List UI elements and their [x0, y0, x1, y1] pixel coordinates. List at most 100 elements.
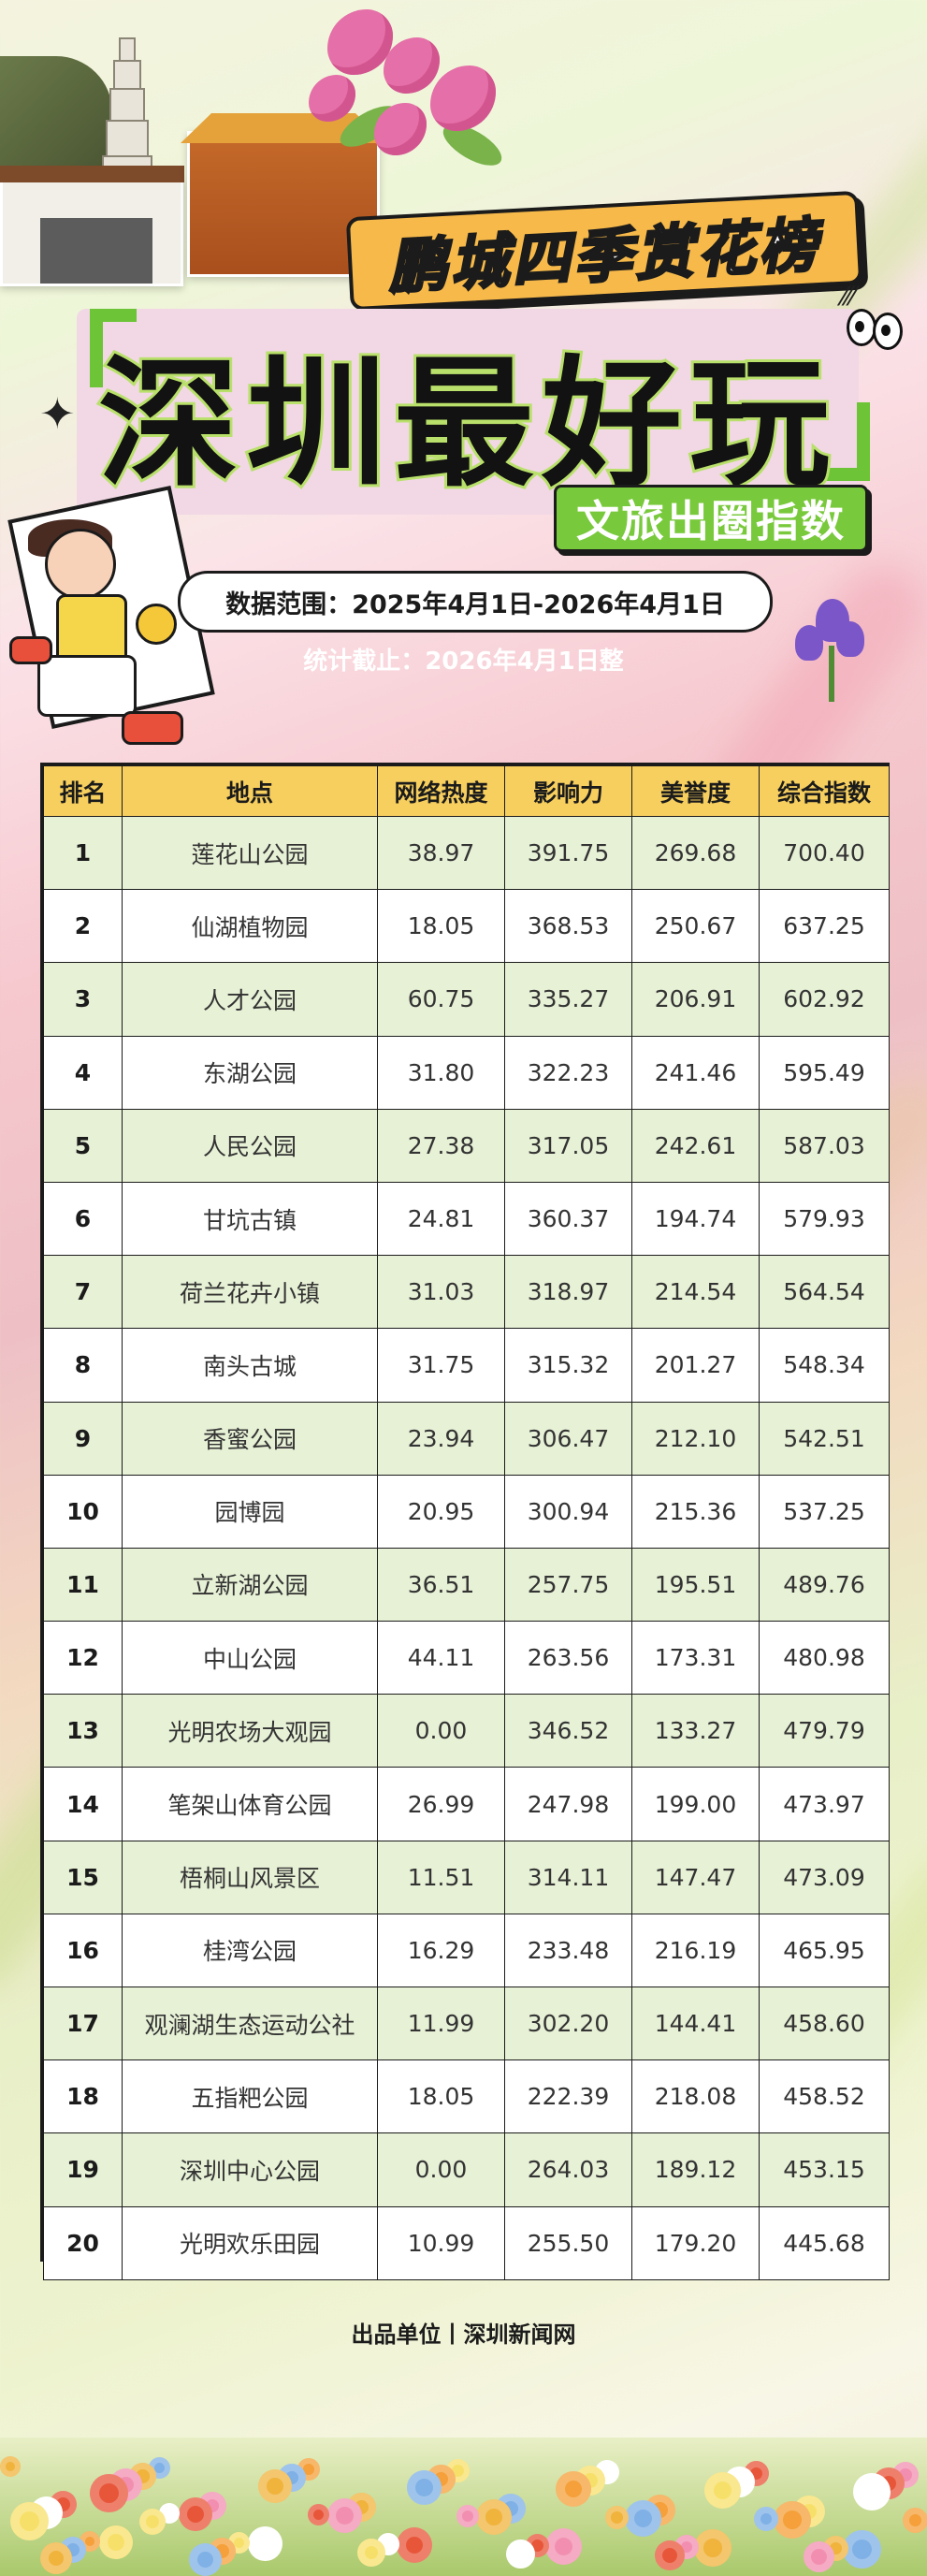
reputation-cell: 215.36: [631, 1474, 760, 1549]
composite-cell: 542.51: [759, 1401, 890, 1476]
location-cell: 梧桐山风景区: [122, 1840, 378, 1914]
header-location: 地点: [122, 765, 378, 817]
location-cell: 莲花山公园: [122, 815, 378, 891]
flower-icon: [694, 2529, 731, 2567]
location-cell: 人民公园: [122, 1108, 378, 1183]
influence-cell: 255.50: [504, 2205, 632, 2280]
flower-field: [0, 2438, 927, 2576]
flower-icon: [655, 2540, 685, 2570]
popularity-cell: 31.03: [377, 1255, 505, 1330]
influence-cell: 368.53: [504, 889, 632, 964]
composite-cell: 537.25: [759, 1474, 890, 1549]
table-row: 9 香蜜公园 23.94 306.47 212.10 542.51: [43, 1401, 890, 1476]
sub-title-tag: 文旅出圈指数: [554, 485, 868, 552]
location-cell: 荷兰花卉小镇: [122, 1255, 378, 1330]
flower-icon: [90, 2474, 128, 2512]
composite-cell: 445.68: [759, 2205, 890, 2280]
influence-cell: 360.37: [504, 1181, 632, 1257]
date-range-pill: 数据范围：2025年4月1日-2026年4月1日: [178, 571, 773, 633]
influence-cell: 233.48: [504, 1913, 632, 1988]
flower-icon: [139, 2509, 166, 2535]
header-influence: 影响力: [504, 765, 632, 817]
flower-icon: [327, 2498, 362, 2533]
flower-icon: [476, 2499, 512, 2535]
tag-title: 鹏城四季赏花榜: [345, 190, 863, 312]
eyes-doodle-icon: [847, 309, 903, 356]
rank-cell: 6: [43, 1181, 123, 1257]
table-row: 19 深圳中心公园 0.00 264.03 189.12 453.15: [43, 2132, 890, 2207]
popularity-cell: 26.99: [377, 1767, 505, 1841]
popularity-cell: 38.97: [377, 815, 505, 891]
location-cell: 香蜜公园: [122, 1401, 378, 1476]
gate-photo: [0, 166, 184, 286]
table-row: 2 仙湖植物园 18.05 368.53 250.67 637.25: [43, 889, 890, 964]
popularity-cell: 20.95: [377, 1474, 505, 1549]
flower-icon: [556, 2471, 591, 2507]
popularity-cell: 27.38: [377, 1108, 505, 1183]
table-row: 6 甘坑古镇 24.81 360.37 194.74 579.93: [43, 1181, 890, 1257]
reputation-cell: 147.47: [631, 1840, 760, 1914]
reputation-cell: 173.31: [631, 1621, 760, 1696]
composite-cell: 489.76: [759, 1547, 890, 1623]
location-cell: 光明欢乐田园: [122, 2205, 378, 2280]
location-cell: 笔架山体育公园: [122, 1767, 378, 1841]
location-cell: 园博园: [122, 1474, 378, 1549]
reputation-cell: 242.61: [631, 1108, 760, 1183]
rank-cell: 18: [43, 2059, 123, 2134]
influence-cell: 335.27: [504, 962, 632, 1037]
influence-cell: 306.47: [504, 1401, 632, 1476]
bougainvillea-flowers: [309, 0, 524, 187]
table-row: 20 光明欢乐田园 10.99 255.50 179.20 445.68: [43, 2205, 890, 2280]
table-row: 5 人民公园 27.38 317.05 242.61 587.03: [43, 1108, 890, 1183]
influence-cell: 222.39: [504, 2059, 632, 2134]
composite-cell: 579.93: [759, 1181, 890, 1257]
flower-icon: [179, 2497, 212, 2531]
flower-icon: [357, 2539, 385, 2567]
rank-cell: 2: [43, 889, 123, 964]
table-row: 15 梧桐山风景区 11.51 314.11 147.47 473.09: [43, 1840, 890, 1914]
location-cell: 南头古城: [122, 1328, 378, 1403]
reputation-cell: 212.10: [631, 1401, 760, 1476]
reputation-cell: 269.68: [631, 815, 760, 891]
flower-icon: [754, 2507, 778, 2531]
composite-cell: 700.40: [759, 815, 890, 891]
rank-cell: 19: [43, 2132, 123, 2207]
location-cell: 深圳中心公园: [122, 2132, 378, 2207]
flower-icon: [308, 2504, 329, 2525]
popularity-cell: 0.00: [377, 2132, 505, 2207]
rank-cell: 10: [43, 1474, 123, 1549]
composite-cell: 473.97: [759, 1767, 890, 1841]
location-cell: 立新湖公园: [122, 1547, 378, 1623]
flower-icon: [0, 2456, 21, 2477]
composite-cell: 548.34: [759, 1328, 890, 1403]
header-rank: 排名: [43, 765, 123, 817]
location-cell: 仙湖植物园: [122, 889, 378, 964]
reputation-cell: 241.46: [631, 1035, 760, 1110]
ranking-table: 排名 地点 网络热度 影响力 美誉度 综合指数 1 莲花山公园 38.97 391.7…: [40, 763, 890, 2280]
composite-cell: 587.03: [759, 1108, 890, 1183]
flower-icon: [407, 2470, 442, 2505]
table-row: 8 南头古城 31.75 315.32 201.27 548.34: [43, 1328, 890, 1403]
influence-cell: 264.03: [504, 2132, 632, 2207]
flower-icon: [456, 2505, 479, 2527]
flower-icon: [258, 2469, 292, 2503]
popularity-cell: 31.80: [377, 1035, 505, 1110]
popularity-cell: 23.94: [377, 1401, 505, 1476]
influence-cell: 300.94: [504, 1474, 632, 1549]
table-row: 3 人才公园 60.75 335.27 206.91 602.92: [43, 962, 890, 1037]
location-cell: 人才公园: [122, 962, 378, 1037]
table-body: 1 莲花山公园 38.97 391.75 269.68 700.40 2 仙湖植物园 18.05…: [43, 815, 890, 2280]
sparkle-icon: ⁄⁄⁄: [842, 281, 856, 312]
rank-cell: 1: [43, 815, 123, 891]
flower-icon: [704, 2472, 741, 2509]
influence-cell: 302.20: [504, 1986, 632, 2061]
location-cell: 桂湾公园: [122, 1913, 378, 1988]
location-cell: 光明农场大观园: [122, 1694, 378, 1768]
reputation-cell: 133.27: [631, 1694, 760, 1768]
popularity-cell: 36.51: [377, 1547, 505, 1623]
composite-cell: 453.15: [759, 2132, 890, 2207]
composite-cell: 602.92: [759, 962, 890, 1037]
rank-cell: 9: [43, 1401, 123, 1476]
table-row: 14 笔架山体育公园 26.99 247.98 199.00 473.97: [43, 1767, 890, 1841]
rank-cell: 17: [43, 1986, 123, 2061]
